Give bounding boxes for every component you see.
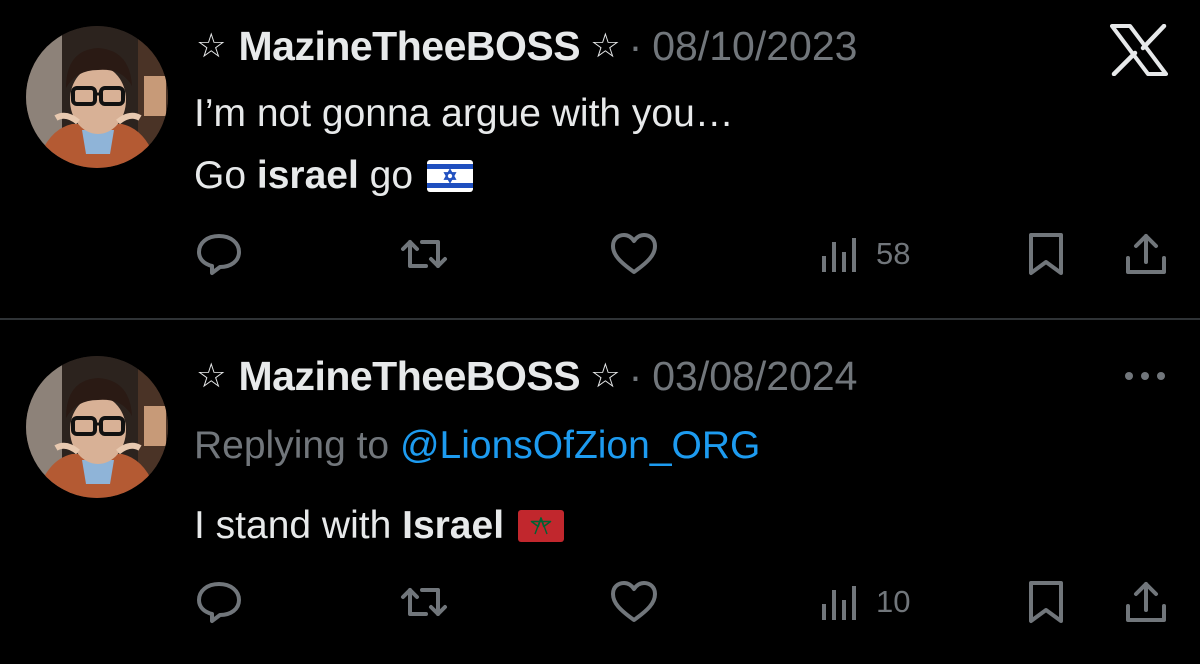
star-icon: ☆: [196, 357, 227, 395]
heart-icon: [611, 581, 657, 622]
separator-dot: ·: [628, 352, 643, 399]
tweet-text: I stand with: [194, 504, 403, 547]
bookmark-icon: [1029, 581, 1063, 623]
tweet-text-line: I’m not gonna argue with you…: [194, 92, 734, 135]
repost-button[interactable]: [400, 232, 448, 276]
star-icon: ☆: [590, 27, 621, 65]
tweet-text-bold: Israel: [402, 504, 505, 547]
reply-button[interactable]: [196, 580, 242, 624]
share-icon: [1126, 582, 1166, 622]
avatar-photo: [26, 26, 168, 168]
tweet-date[interactable]: 08/10/2023: [652, 23, 857, 70]
share-button[interactable]: [1124, 232, 1168, 276]
replying-to-line: Replying to @LionsOfZion_ORG: [194, 420, 760, 472]
tweet-header: ☆ MazineTheeBOSS ☆ · 08/10/2023: [194, 18, 857, 74]
tweet: ☆ MazineTheeBOSS ☆ · 03/08/2024 Replying…: [0, 320, 1200, 664]
morocco-flag-icon: [518, 510, 565, 542]
views-button[interactable]: 58: [820, 232, 910, 276]
tweet-screenshot: ☆ MazineTheeBOSS ☆ · 08/10/2023 I’m not …: [0, 0, 1200, 664]
like-button[interactable]: [610, 580, 658, 624]
tweet-text: Go: [194, 154, 257, 197]
star-icon: ☆: [590, 357, 621, 395]
tweet-text: go: [358, 154, 414, 197]
x-logo-icon[interactable]: [1110, 24, 1168, 76]
tweet: ☆ MazineTheeBOSS ☆ · 08/10/2023 I’m not …: [0, 0, 1200, 318]
avatar[interactable]: [26, 26, 168, 168]
avatar[interactable]: [26, 356, 168, 498]
display-name[interactable]: MazineTheeBOSS: [238, 353, 580, 400]
display-name[interactable]: MazineTheeBOSS: [238, 23, 580, 70]
repost-icon: [401, 240, 447, 268]
share-icon: [1126, 234, 1166, 274]
reply-icon: [197, 234, 241, 275]
bookmark-button[interactable]: [1026, 580, 1066, 624]
reply-button[interactable]: [196, 232, 242, 276]
tweet-text-bold: israel: [256, 154, 359, 197]
avatar-photo: [26, 356, 168, 498]
views-count: 58: [876, 236, 911, 271]
tweet-actions: 10: [0, 572, 1200, 632]
tweet-text-line: Go israel go: [194, 150, 474, 202]
tweet-text-line: I stand with Israel: [194, 500, 565, 552]
tweet-date[interactable]: 03/08/2024: [652, 353, 857, 400]
bookmark-icon: [1029, 233, 1063, 275]
bookmark-button[interactable]: [1026, 232, 1066, 276]
heart-icon: [611, 233, 657, 274]
star-icon: ☆: [196, 27, 227, 65]
views-icon: [822, 586, 856, 620]
repost-icon: [401, 588, 447, 616]
share-button[interactable]: [1124, 580, 1168, 624]
more-icon[interactable]: [1122, 368, 1168, 384]
israel-flag-icon: [427, 160, 474, 192]
like-button[interactable]: [610, 232, 658, 276]
views-icon: [822, 238, 856, 272]
views-button[interactable]: 10: [820, 580, 910, 624]
views-count: 10: [876, 584, 911, 619]
tweet-actions: 58: [0, 224, 1200, 284]
separator-dot: ·: [628, 22, 643, 69]
reply-icon: [197, 582, 241, 623]
tweet-header: ☆ MazineTheeBOSS ☆ · 03/08/2024: [194, 348, 857, 404]
replying-to-handle[interactable]: @LionsOfZion_ORG: [400, 424, 760, 468]
replying-to-label: Replying to: [194, 424, 400, 467]
repost-button[interactable]: [400, 580, 448, 624]
